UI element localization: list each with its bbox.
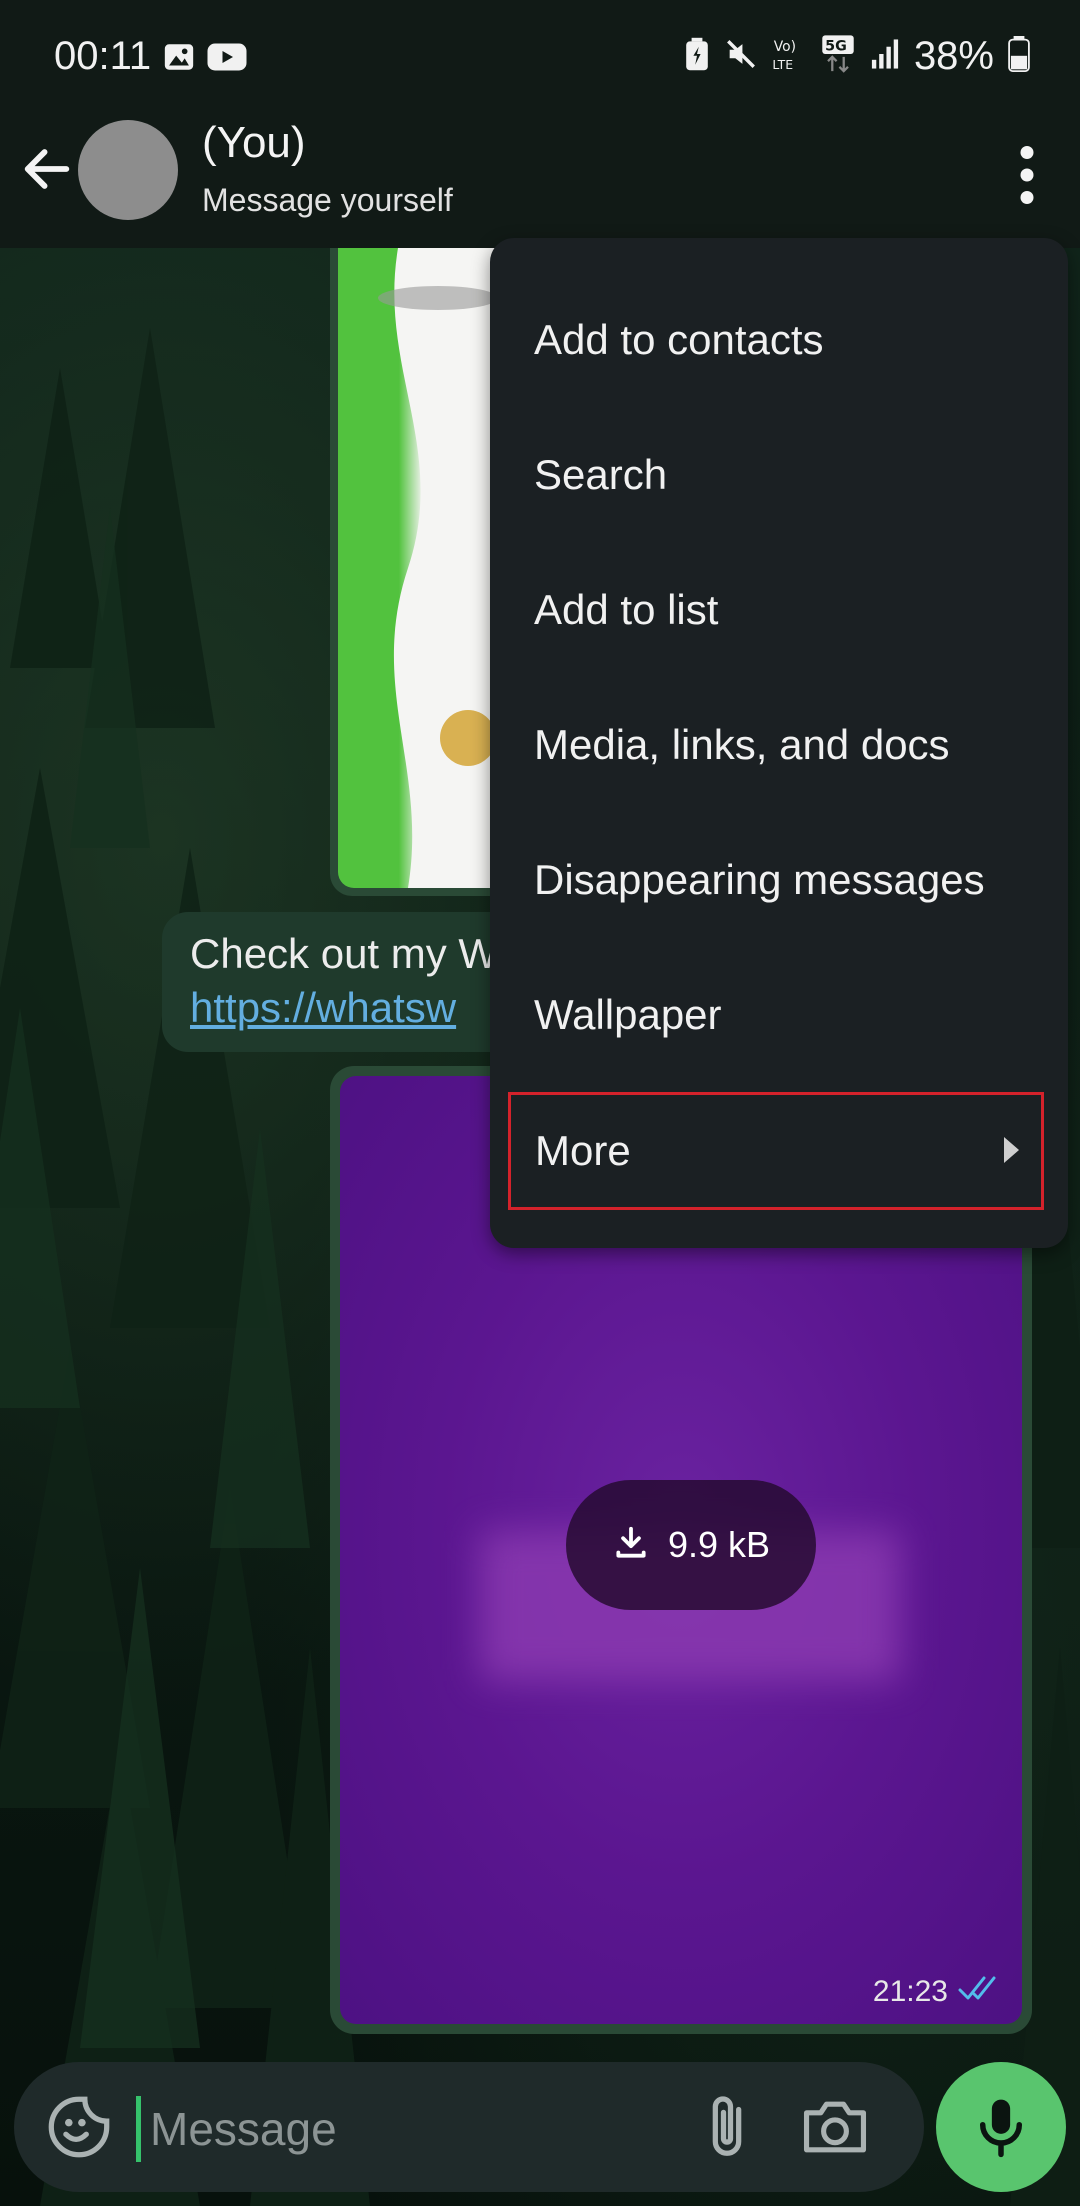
file-size: 9.9 kB — [667, 1524, 771, 1565]
kebab-menu-icon — [1020, 146, 1034, 204]
mute-icon — [724, 37, 758, 76]
gallery-icon — [162, 40, 196, 79]
download-button[interactable]: 9.9 kB — [566, 1480, 816, 1610]
menu-item-more-label: More — [535, 1127, 631, 1174]
message-timestamp: 21:23 — [873, 1974, 1002, 2010]
sticker-icon — [48, 2096, 110, 2158]
svg-text:5G: 5G — [825, 38, 847, 54]
back-button[interactable] — [18, 140, 76, 198]
microphone-icon — [979, 2099, 1023, 2158]
message-input[interactable] — [148, 2090, 672, 2168]
menu-item-wallpaper[interactable]: Wallpaper — [490, 955, 1068, 1075]
menu-item-add-to-list[interactable]: Add to list — [490, 550, 1068, 670]
menu-item-add-to-contacts[interactable]: Add to contacts — [490, 280, 1068, 400]
menu-item-more[interactable]: More — [508, 1092, 1044, 1210]
system-icons: Vo) LTE 5G 38% — [684, 34, 1030, 79]
battery-percent: 38% — [913, 34, 994, 78]
chat-screen: Check out my W https://whatsw 9.9 kB 21:… — [0, 0, 1080, 2206]
signal-icon — [870, 38, 900, 75]
message-composer — [14, 2062, 924, 2192]
more-options-button[interactable] — [1002, 140, 1052, 210]
contact-name[interactable]: (You) — [202, 118, 306, 168]
volte-icon: Vo) LTE — [772, 36, 806, 77]
double-check-icon — [958, 1974, 1002, 2010]
svg-text:Vo): Vo) — [774, 39, 796, 55]
timestamp-text: 21:23 — [872, 1975, 948, 2008]
message-text: Check out my W — [190, 930, 499, 977]
camera-icon — [803, 2101, 867, 2153]
menu-item-media-links-docs[interactable]: Media, links, and docs — [490, 685, 1068, 805]
battery-saver-icon — [684, 36, 710, 77]
download-icon — [612, 1524, 650, 1567]
status-time: 00:11 — [54, 34, 152, 78]
network-5g-icon: 5G — [820, 34, 856, 79]
menu-item-disappearing-messages[interactable]: Disappearing messages — [490, 820, 1068, 940]
contact-subtitle: Message yourself — [202, 182, 453, 218]
menu-item-search[interactable]: Search — [490, 415, 1068, 535]
battery-icon — [1008, 36, 1030, 77]
submenu-arrow-icon — [1004, 1137, 1019, 1163]
paperclip-icon — [712, 2096, 742, 2156]
camera-button[interactable] — [798, 2094, 872, 2160]
youtube-icon — [206, 40, 248, 79]
voice-record-button[interactable] — [936, 2062, 1066, 2192]
overflow-menu: Add to contacts Search Add to list Media… — [490, 238, 1068, 1248]
notification-icons — [162, 40, 248, 79]
attach-button[interactable] — [692, 2088, 762, 2166]
svg-text:LTE: LTE — [772, 57, 793, 72]
arrow-left-icon — [24, 149, 70, 189]
avatar[interactable] — [78, 120, 178, 220]
status-bar: 00:11 Vo) LTE 5G 38% — [0, 0, 1080, 116]
message-link[interactable]: https://whatsw — [190, 984, 456, 1032]
text-caret — [136, 2096, 141, 2162]
chat-header: (You) Message yourself — [0, 116, 1080, 248]
emoji-button[interactable] — [44, 2092, 114, 2162]
